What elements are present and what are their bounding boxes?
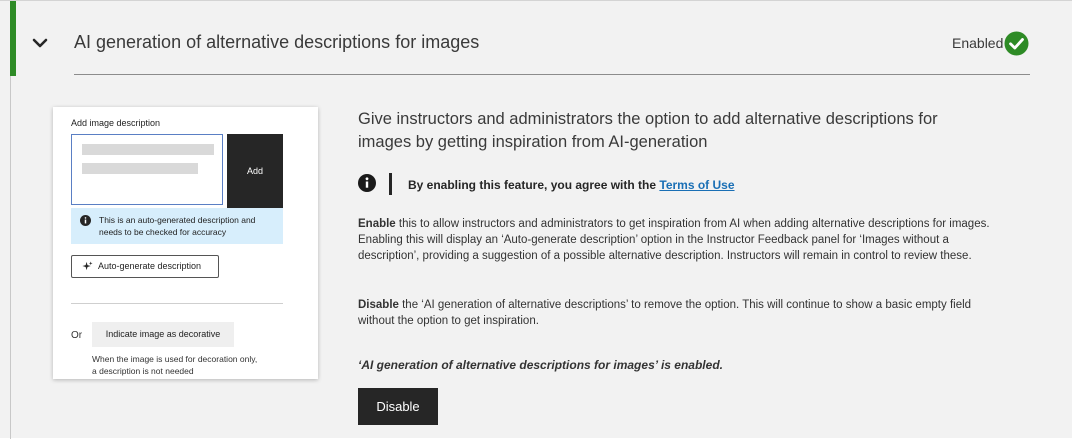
disable-description: Disable the ‘AI generation of alternativ… <box>358 297 998 329</box>
feature-heading: Give instructors and administrators the … <box>358 110 938 151</box>
info-icon <box>80 215 91 226</box>
settings-panel: AI generation of alternative description… <box>0 0 1072 439</box>
panel-left-border <box>10 76 11 439</box>
preview-note-text: This is an auto-generated description an… <box>99 215 256 237</box>
preview-auto-label: Auto-generate description <box>98 261 202 271</box>
placeholder-bar <box>82 144 214 155</box>
preview-auto-generate-button: Auto-generate description <box>71 255 219 278</box>
header-divider <box>74 74 1030 75</box>
disable-keyword: Disable <box>358 299 399 311</box>
terms-prefix: By enabling this feature, you agree with… <box>408 178 660 192</box>
terms-notice: By enabling this feature, you agree with… <box>408 178 735 192</box>
status-label: Enabled <box>952 35 1004 51</box>
sparkle-icon <box>82 261 93 271</box>
preview-decorative-note: When the image is used for decoration on… <box>92 354 258 376</box>
enable-description: Enable this to allow instructors and adm… <box>358 216 998 264</box>
enabled-accent-bar <box>10 1 16 76</box>
disable-text: the ‘AI generation of alternative descri… <box>358 299 972 327</box>
placeholder-bar <box>82 163 198 174</box>
preview-description-input <box>71 134 223 205</box>
preview-label: Add image description <box>71 118 161 128</box>
feature-preview-image: Add image description Add This is an aut… <box>53 107 318 379</box>
section-title[interactable]: AI generation of alternative description… <box>74 32 479 53</box>
enable-keyword: Enable <box>358 218 396 230</box>
preview-divider <box>71 303 283 304</box>
preview-accuracy-note: This is an auto-generated description an… <box>71 208 283 244</box>
status-message: ‘AI generation of alternative descriptio… <box>358 358 723 372</box>
notice-divider <box>389 173 392 195</box>
disable-button[interactable]: Disable <box>358 388 438 425</box>
preview-add-button: Add <box>227 134 283 208</box>
info-icon <box>358 174 376 192</box>
preview-or-label: Or <box>71 330 83 341</box>
check-circle-icon <box>1004 31 1029 56</box>
enable-text: this to allow instructors and administra… <box>358 218 990 262</box>
preview-decorative-button: Indicate image as decorative <box>92 322 234 347</box>
terms-of-use-link[interactable]: Terms of Use <box>659 178 734 192</box>
chevron-down-icon[interactable] <box>30 33 50 53</box>
